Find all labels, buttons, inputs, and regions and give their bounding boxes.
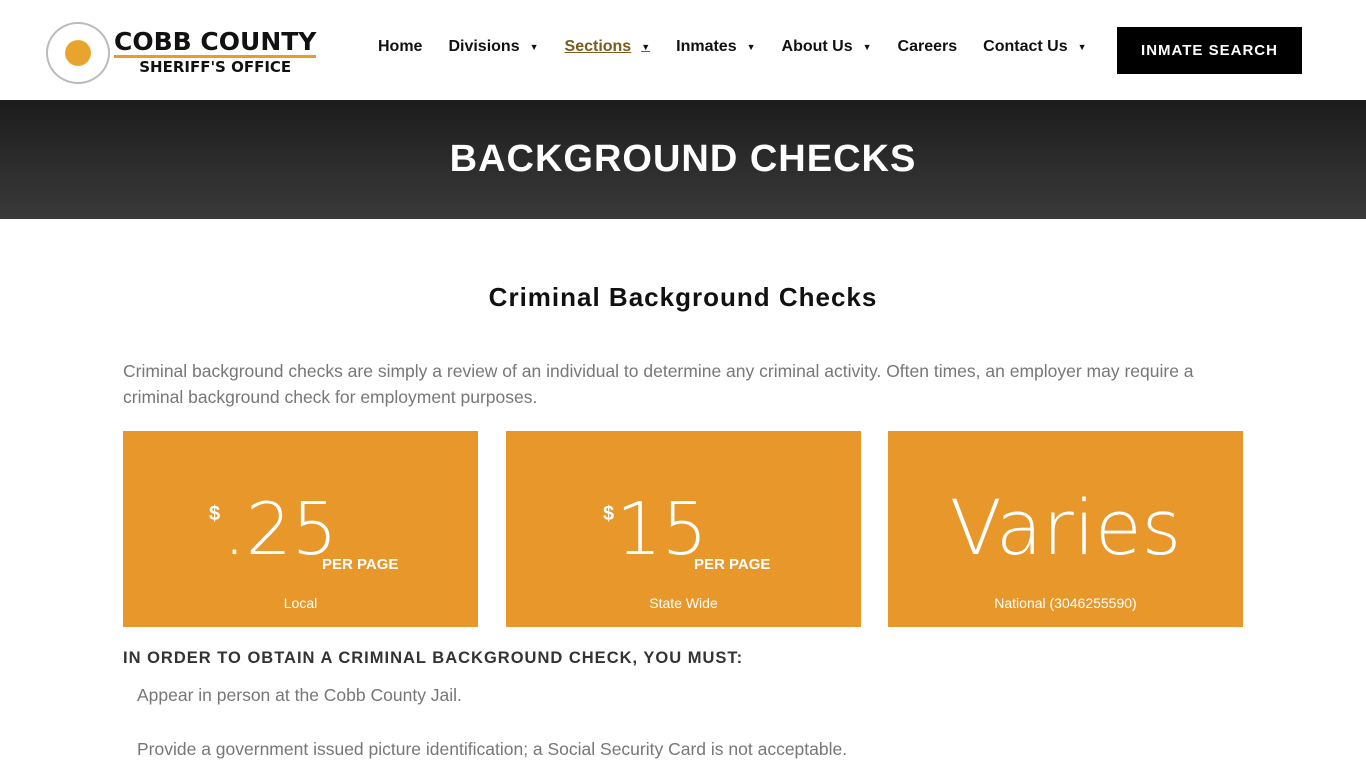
currency-symbol: $ xyxy=(209,503,221,525)
nav-divisions[interactable]: Divisions ▼ xyxy=(448,38,538,56)
page-banner: BACKGROUND CHECKS xyxy=(0,100,1366,219)
requirement-item: Appear in person at the Cobb County Jail… xyxy=(137,685,462,705)
caret-down-icon: ▼ xyxy=(746,42,756,52)
nav-sections[interactable]: Sections ▼ xyxy=(565,38,651,56)
price-amount: Varies xyxy=(949,483,1182,572)
site-header: COBB COUNTY SHERIFF'S OFFICE Home Divisi… xyxy=(0,0,1366,100)
nav-inmates[interactable]: Inmates ▼ xyxy=(676,38,755,56)
nav-label: Sections xyxy=(564,38,632,55)
nav-contact-us[interactable]: Contact Us ▼ xyxy=(983,38,1086,56)
caret-down-icon: ▼ xyxy=(862,42,872,52)
logo-subtitle: SHERIFF'S OFFICE xyxy=(139,58,292,76)
card-label: National (3046255590) xyxy=(994,595,1137,611)
sheriff-seal-icon xyxy=(46,22,110,84)
requirements-heading: IN ORDER TO OBTAIN A CRIMINAL BACKGROUND… xyxy=(123,649,744,667)
price-unit: PER PAGE xyxy=(694,556,771,573)
price-amount: 15 xyxy=(616,487,708,571)
logo[interactable]: COBB COUNTY SHERIFF'S OFFICE xyxy=(46,22,317,84)
nav-label: Contact Us xyxy=(983,38,1068,55)
caret-down-icon: ▼ xyxy=(641,42,651,52)
main-nav: Home Divisions ▼ Sections ▼ Inmates ▼ About… xyxy=(378,38,1113,56)
nav-careers[interactable]: Careers xyxy=(898,38,958,56)
caret-down-icon: ▼ xyxy=(1077,42,1087,52)
currency-symbol: $ xyxy=(603,503,615,525)
inmate-search-button[interactable]: INMATE SEARCH xyxy=(1117,27,1302,74)
nav-about-us[interactable]: About Us ▼ xyxy=(782,38,872,56)
nav-label: Divisions xyxy=(448,38,520,55)
price-card-local: $ .25 PER PAGE Local xyxy=(123,431,478,627)
section-title: Criminal Background Checks xyxy=(488,282,878,312)
requirement-item: Provide a government issued picture iden… xyxy=(137,739,848,759)
price-card-national: Varies National (3046255590) xyxy=(888,431,1243,627)
logo-title: COBB COUNTY xyxy=(114,27,317,58)
nav-home[interactable]: Home xyxy=(378,38,422,56)
nav-label: About Us xyxy=(781,38,853,55)
card-label: Local xyxy=(283,595,318,611)
price-unit: PER PAGE xyxy=(322,556,399,573)
nav-label: Careers xyxy=(897,38,958,55)
section-intro: Criminal background checks are simply a … xyxy=(123,361,1194,407)
page-title: BACKGROUND CHECKS xyxy=(449,138,917,180)
nav-label: Inmates xyxy=(676,38,737,55)
card-label: State Wide xyxy=(649,595,718,611)
price-card-state: $ 15 PER PAGE State Wide xyxy=(506,431,861,627)
price-amount: .25 xyxy=(223,487,338,571)
nav-label: Home xyxy=(378,38,423,55)
caret-down-icon: ▼ xyxy=(529,42,539,52)
